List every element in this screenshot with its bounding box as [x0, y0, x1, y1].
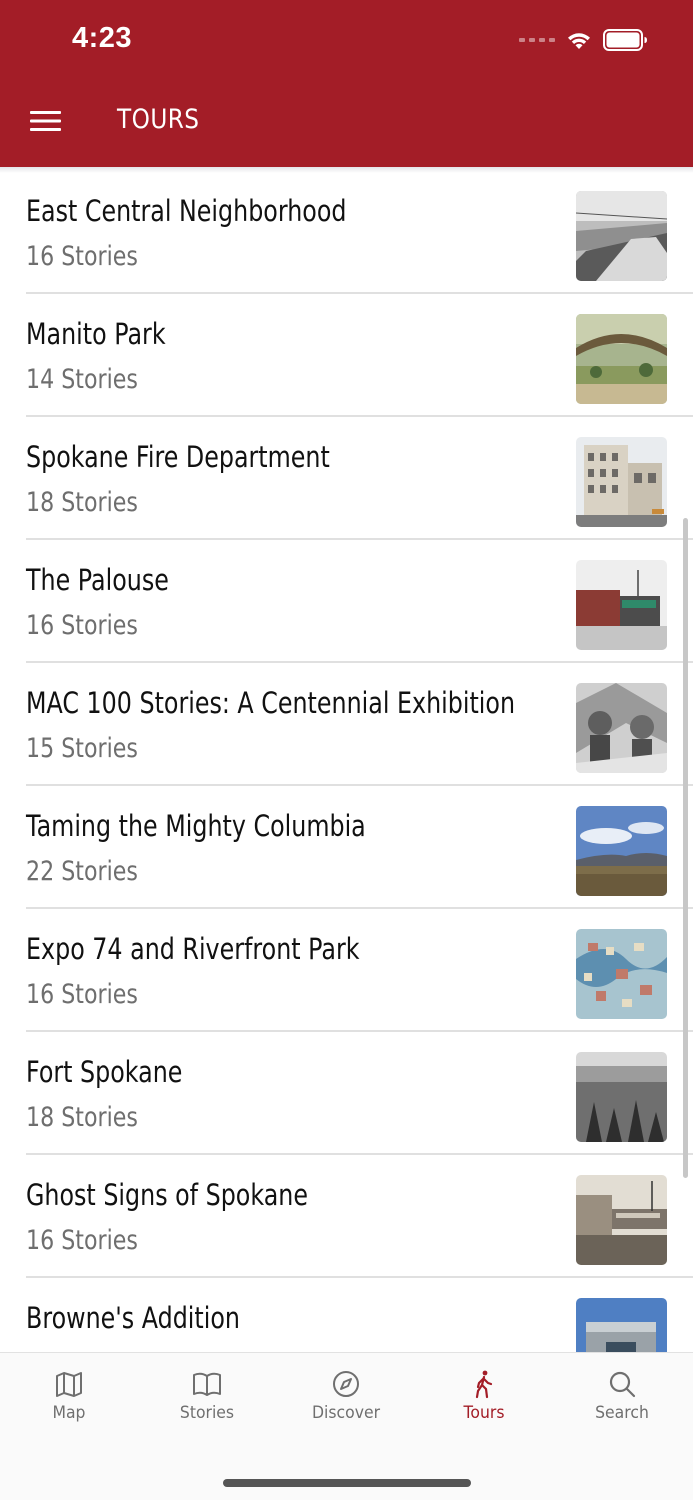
- tab-tours[interactable]: Tours: [429, 1369, 539, 1423]
- tab-discover[interactable]: Discover: [291, 1369, 401, 1423]
- tour-list-item[interactable]: Spokane Fire Department 18 Stories: [26, 417, 693, 540]
- battery-icon: [603, 29, 647, 51]
- tab-label: Tours: [463, 1403, 505, 1423]
- tour-list-item[interactable]: Manito Park 14 Stories: [26, 294, 693, 417]
- tour-list-item[interactable]: East Central Neighborhood 16 Stories: [26, 171, 693, 294]
- tour-thumbnail: [576, 191, 667, 281]
- tour-list-item[interactable]: Taming the Mighty Columbia 22 Stories: [26, 786, 693, 909]
- tour-list-item[interactable]: Fort Spokane 18 Stories: [26, 1032, 693, 1155]
- scrollbar[interactable]: [683, 518, 688, 1178]
- tour-story-count: 18 Stories: [26, 1102, 138, 1133]
- tour-thumbnail: [576, 806, 667, 896]
- tab-stories[interactable]: Stories: [152, 1369, 262, 1423]
- map-icon: [56, 1372, 82, 1397]
- walking-person-icon: [475, 1370, 493, 1399]
- tour-list-item[interactable]: The Palouse 16 Stories: [26, 540, 693, 663]
- page-title: TOURS: [117, 104, 200, 135]
- tab-search[interactable]: Search: [567, 1369, 677, 1423]
- tour-title: Manito Park: [26, 317, 166, 351]
- tour-title: East Central Neighborhood: [26, 194, 347, 228]
- hamburger-menu-icon: [30, 111, 61, 131]
- tour-title: Taming the Mighty Columbia: [26, 809, 366, 843]
- tour-story-count: 15 Stories: [26, 733, 138, 764]
- tour-thumbnail: [576, 314, 667, 404]
- tour-list-item[interactable]: Ghost Signs of Spokane 16 Stories: [26, 1155, 693, 1278]
- tour-story-count: 16 Stories: [26, 1225, 138, 1256]
- tour-story-count: 14 Stories: [26, 364, 138, 395]
- tour-list-item[interactable]: MAC 100 Stories: A Centennial Exhibition…: [26, 663, 693, 786]
- compass-icon: [333, 1371, 359, 1397]
- tour-thumbnail: [576, 437, 667, 527]
- status-time: 4:23: [72, 22, 133, 54]
- menu-button[interactable]: [30, 108, 62, 134]
- tours-list[interactable]: East Central Neighborhood 16 Stories Man…: [0, 167, 693, 1352]
- tour-title: Spokane Fire Department: [26, 440, 330, 474]
- tour-title: Ghost Signs of Spokane: [26, 1178, 308, 1212]
- book-icon: [193, 1372, 221, 1396]
- tour-story-count: 16 Stories: [26, 610, 138, 641]
- tab-label: Map: [52, 1403, 86, 1423]
- tour-thumbnail: [576, 929, 667, 1019]
- tour-thumbnail: [576, 560, 667, 650]
- search-icon: [609, 1371, 636, 1398]
- tour-list-item[interactable]: Expo 74 and Riverfront Park 16 Stories: [26, 909, 693, 1032]
- tour-title: The Palouse: [26, 563, 169, 597]
- tour-title: Fort Spokane: [26, 1055, 183, 1089]
- bottom-tab-bar: Map Stories Discover Tours Search: [0, 1352, 693, 1500]
- tour-title: MAC 100 Stories: A Centennial Exhibition: [26, 686, 516, 720]
- tour-story-count: 16 Stories: [26, 241, 138, 272]
- header-bar: 4:23 TOURS: [0, 0, 693, 167]
- wifi-icon: [568, 33, 590, 49]
- tab-label: Stories: [179, 1403, 235, 1423]
- tour-story-count: 22 Stories: [26, 856, 138, 887]
- tour-title: Expo 74 and Riverfront Park: [26, 932, 360, 966]
- cellular-signal-icon: [519, 38, 555, 42]
- tour-thumbnail: [576, 1175, 667, 1265]
- tour-thumbnail: [576, 1298, 667, 1352]
- home-indicator[interactable]: [223, 1479, 471, 1487]
- status-icons: [519, 26, 649, 54]
- tab-label: Discover: [311, 1403, 381, 1423]
- tab-map[interactable]: Map: [14, 1369, 124, 1423]
- app-screen: 4:23 TOURS East Central Neighborhood 16 …: [0, 0, 693, 1500]
- tour-story-count: 16 Stories: [26, 979, 138, 1010]
- tour-story-count: 18 Stories: [26, 487, 138, 518]
- tour-list-item[interactable]: Browne's Addition: [26, 1278, 693, 1352]
- tab-label: Search: [595, 1403, 649, 1423]
- tour-thumbnail: [576, 1052, 667, 1142]
- tour-title: Browne's Addition: [26, 1301, 240, 1335]
- tour-thumbnail: [576, 683, 667, 773]
